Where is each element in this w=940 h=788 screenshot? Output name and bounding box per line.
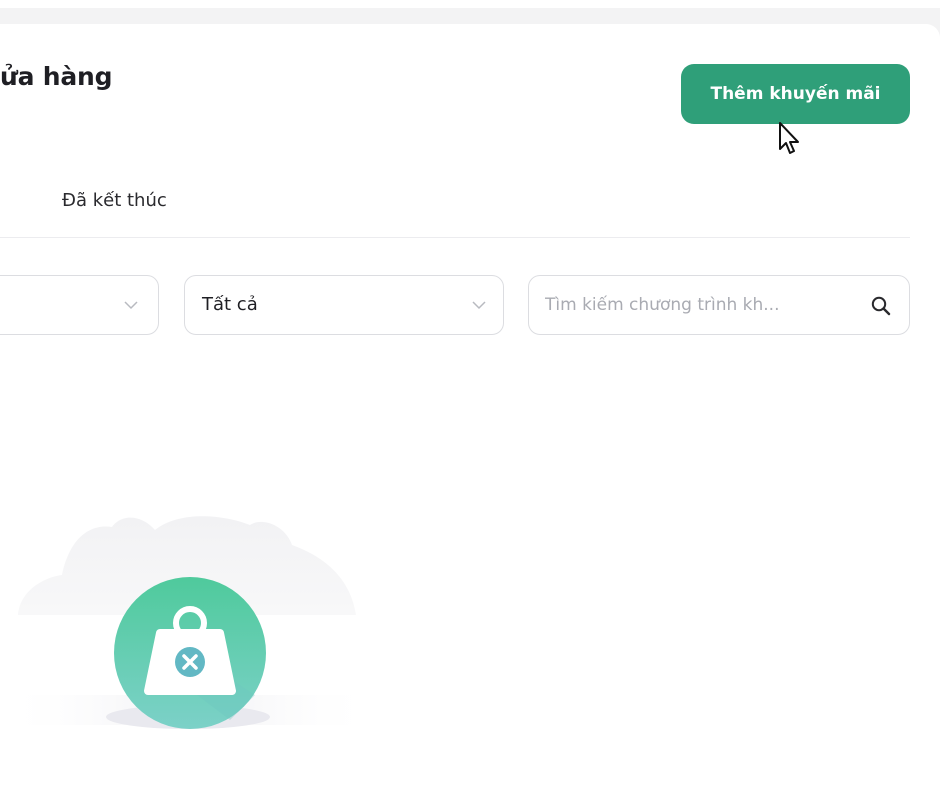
status-select[interactable] [0, 275, 159, 335]
chevron-down-icon [124, 301, 138, 310]
empty-weight-icon [114, 577, 266, 729]
top-band [0, 0, 940, 8]
add-promotion-button[interactable]: Thêm khuyến mãi [681, 64, 910, 124]
empty-state-message-text: · · · · · · [96, 780, 168, 788]
empty-state-message: · · · · · · [0, 772, 380, 788]
chevron-down-icon [472, 301, 486, 310]
tabs-divider [0, 237, 910, 238]
search-box[interactable] [528, 275, 910, 335]
page-title: ửa hàng [0, 62, 113, 91]
tab-ended[interactable]: Đã kết thúc [62, 190, 167, 211]
search-input[interactable] [545, 290, 845, 320]
search-icon[interactable] [870, 295, 892, 317]
mouse-cursor-icon [779, 122, 799, 154]
type-select-value: Tất cả [202, 294, 258, 315]
empty-state-illustration [0, 516, 378, 729]
type-select[interactable]: Tất cả [184, 275, 504, 335]
